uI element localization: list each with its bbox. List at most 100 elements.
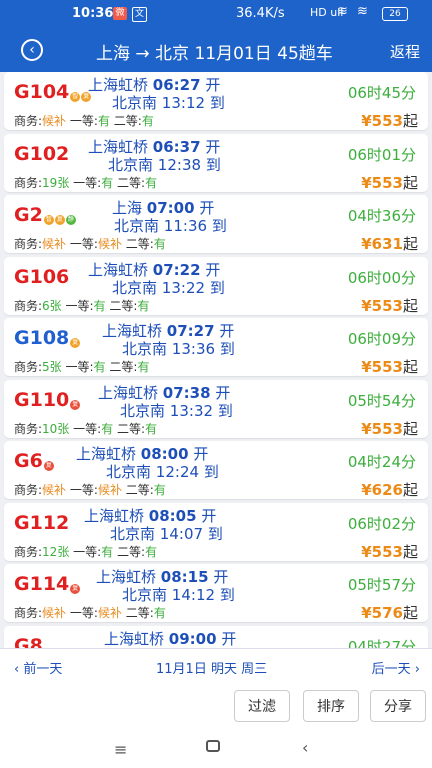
chevron-left-icon: ‹ (14, 662, 20, 677)
prev-day-button[interactable]: ‹ 前一天 (14, 658, 62, 677)
back-icon[interactable]: ‹ (21, 39, 43, 61)
price-suffix: 起 (402, 296, 418, 315)
arr-suffix: 到 (211, 217, 227, 235)
price: ¥631起 (361, 233, 418, 254)
business-seat: 候补 (42, 237, 67, 251)
to-station: 北京南 (108, 155, 154, 174)
duration: 05时54分 (347, 391, 416, 410)
business-seat: 候补 (42, 606, 67, 620)
duration: 06时45分 (347, 84, 416, 102)
first-class-seat: 有 (93, 360, 106, 374)
next-day-button[interactable]: 后一天 › (372, 658, 420, 677)
page-title: 上海 → 北京 11月01日 45趟车 (96, 44, 333, 64)
arr-time: 14:12 (171, 586, 216, 604)
arrival: 北京南 13:32 到 (120, 400, 233, 421)
train-badges: 智复静 (43, 204, 77, 226)
train-card[interactable]: G110 复上海虹桥 07:38 开北京南 13:32 到 05时54分 商务:10张… (4, 379, 428, 439)
business-seat: 12张 (42, 544, 70, 559)
second-class-seat: 有 (137, 298, 150, 313)
return-trip-button[interactable]: 返程 (390, 41, 420, 62)
second-class-seat: 有 (145, 175, 158, 190)
menu-icon[interactable]: ≡ (114, 740, 127, 759)
arr-time: 13:22 (161, 278, 206, 297)
seat-availability: 商务:6张 一等:有 二等:有 (14, 297, 149, 314)
seat-class-label: 二等: (109, 360, 138, 374)
arr-suffix: 到 (219, 586, 235, 604)
seat-availability: 商务:5张 一等:有 二等:有 (14, 358, 149, 375)
arrival: 北京南 13:36 到 (122, 338, 235, 359)
duration: 04时24分 (347, 453, 416, 471)
price-value: ¥553 (361, 358, 403, 376)
price-value: ¥553 (361, 173, 403, 192)
train-badges: 复 (70, 573, 81, 595)
train-list[interactable]: G104 智复上海虹桥 06:27 开北京南 13:12 到 06时45分 商务:候补… (0, 72, 432, 648)
sort-button[interactable]: 排序 (303, 690, 359, 722)
train-badges: 复 (70, 327, 81, 349)
train-card[interactable]: G102 上海虹桥 06:37 开北京南 12:38 到 06时01分 商务:19张 … (4, 133, 428, 192)
price-value: ¥553 (361, 542, 403, 561)
train-card[interactable]: G104 智复上海虹桥 06:27 开北京南 13:12 到 06时45分 商务:候补… (4, 72, 428, 130)
arrival: 北京南 13:22 到 (112, 277, 225, 298)
train-number: G106 (14, 265, 70, 288)
seat-class-label: 商务: (14, 544, 43, 559)
train-card[interactable]: G114 复上海虹桥 08:15 开北京南 14:12 到 05时57分 商务:候补 … (4, 564, 428, 622)
translate-icon: 文 (132, 7, 147, 22)
train-card[interactable]: G6 复上海虹桥 08:00 开北京南 12:24 到 04时24分 商务:候补 一等… (4, 441, 428, 499)
first-class-seat: 有 (101, 175, 114, 190)
status-bar: 10:36 微 文 36.4K/s HD ull ≋ ≋ 26 (0, 0, 432, 28)
train-card[interactable]: G108 复上海虹桥 07:27 开北京南 13:36 到 06时09分 商务:5张 … (4, 318, 428, 376)
train-badges: 复 (43, 450, 55, 472)
train-badge-icon: 复 (54, 215, 65, 225)
arr-suffix: 到 (217, 401, 233, 420)
train-number: G104 智复 (14, 81, 92, 103)
price: ¥626起 (361, 479, 418, 500)
price: ¥553起 (361, 418, 418, 439)
seat-availability: 商务:候补 一等:候补 二等:有 (14, 481, 166, 498)
business-seat: 19张 (42, 175, 70, 190)
second-class-seat: 有 (145, 421, 158, 436)
nav-back-icon[interactable]: ‹ (302, 738, 308, 757)
arrival: 北京南 12:38 到 (108, 154, 221, 175)
train-badge-icon: 智 (43, 215, 54, 225)
seat-class-label: 二等: (125, 606, 154, 620)
share-button[interactable]: 分享 (370, 690, 426, 722)
second-class-seat: 有 (141, 114, 154, 128)
business-seat: 候补 (42, 114, 67, 128)
price: ¥576起 (361, 602, 418, 623)
seat-availability: 商务:候补 一等:候补 二等:有 (14, 604, 166, 621)
train-badge-icon: 复 (70, 584, 81, 594)
business-seat: 6张 (42, 298, 62, 313)
price: ¥553起 (361, 356, 418, 377)
arr-time: 13:36 (171, 340, 216, 358)
seat-class-label: 一等: (69, 114, 98, 128)
train-badge-icon: 复 (70, 338, 81, 348)
duration: 06时00分 (347, 268, 416, 287)
train-card[interactable]: G8 上海虹桥 09:00 开 04时27分 (4, 625, 428, 648)
seat-class-label: 一等: (65, 298, 94, 313)
price-suffix: 起 (402, 604, 418, 622)
price-suffix: 起 (402, 112, 418, 130)
second-class-seat: 有 (153, 606, 166, 620)
wifi-icon-2: ≋ (357, 4, 368, 19)
price: ¥553起 (361, 295, 418, 316)
train-card[interactable]: G106 上海虹桥 07:22 开北京南 13:22 到 06时00分 商务:6张 一… (4, 256, 428, 316)
first-class-seat: 候补 (97, 483, 122, 497)
first-class-seat: 有 (101, 544, 114, 559)
train-card[interactable]: G112 上海虹桥 08:05 开北京南 14:07 到 06时02分 商务:12张 … (4, 502, 428, 561)
to-station: 北京南 (114, 217, 160, 235)
seat-class-label: 商务: (14, 606, 43, 620)
business-seat: 5张 (42, 360, 62, 374)
filter-button[interactable]: 过滤 (234, 690, 290, 722)
current-date[interactable]: 11月1日 明天 周三 (156, 658, 267, 677)
train-card[interactable]: G2 智复静上海 07:00 开北京南 11:36 到 04时36分 商务:候补 一等… (4, 195, 428, 253)
network-speed: 36.4K/s (236, 6, 285, 21)
prev-day-label: 前一天 (23, 662, 63, 677)
toolbar: 过滤 排序 分享 (0, 684, 432, 732)
duration: 06时01分 (347, 145, 416, 164)
seat-class-label: 二等: (109, 298, 138, 313)
arr-suffix: 到 (203, 463, 219, 481)
status-time: 10:36 (72, 6, 114, 21)
home-icon[interactable] (206, 740, 220, 752)
arr-suffix: 到 (205, 155, 221, 174)
train-number: G110 复 (14, 389, 81, 411)
